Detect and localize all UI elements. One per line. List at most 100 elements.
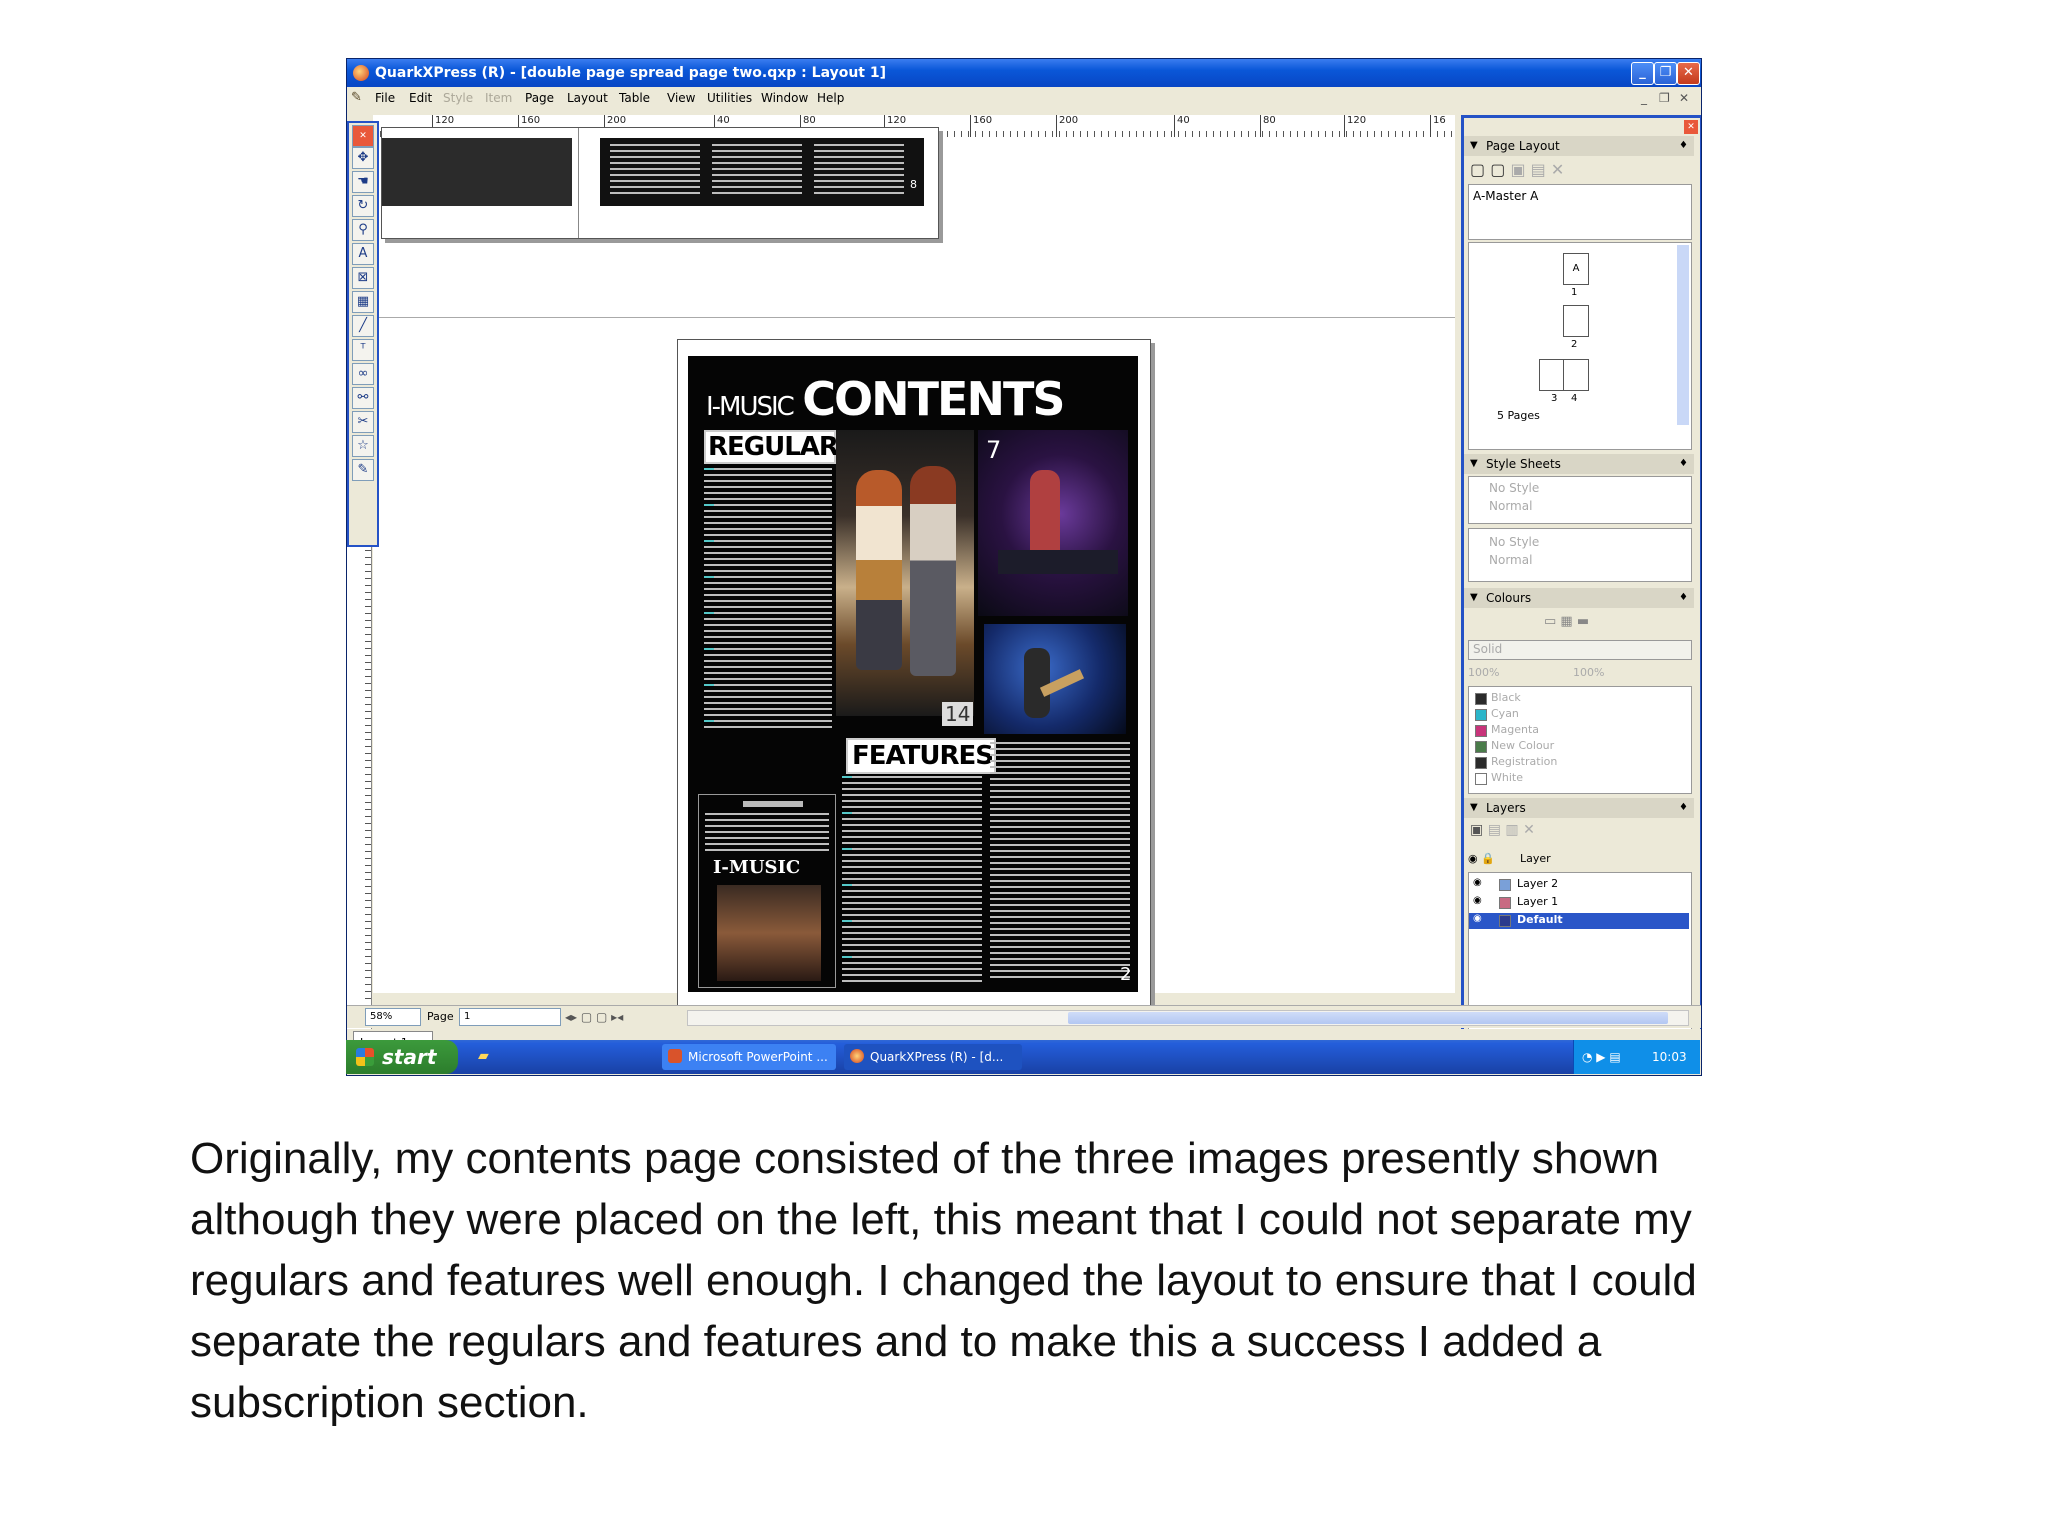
quick-launch-folder-icon[interactable]: ▰ bbox=[478, 1048, 489, 1064]
opacity-value[interactable]: 100% bbox=[1573, 666, 1604, 679]
menu-style[interactable]: Style bbox=[443, 87, 473, 109]
text-path-tool-icon[interactable]: ᵀ bbox=[352, 339, 374, 361]
line-tool-icon[interactable]: ╱ bbox=[352, 315, 374, 337]
style-item[interactable]: Normal bbox=[1489, 499, 1532, 513]
master-pages-list[interactable]: A-Master A bbox=[1468, 184, 1692, 240]
character-styles-list[interactable]: No Style Normal bbox=[1468, 528, 1692, 582]
menu-item[interactable]: Item bbox=[485, 87, 512, 109]
minimize-button[interactable]: _ bbox=[1631, 62, 1654, 85]
page-icon-2[interactable] bbox=[1563, 305, 1589, 337]
taskbar-quarkxpress[interactable]: QuarkXPress (R) - [d... bbox=[844, 1044, 1022, 1070]
unlink-tool-icon[interactable]: ⚯ bbox=[352, 387, 374, 409]
bezier-tool-icon[interactable]: ✎ bbox=[352, 459, 374, 481]
colour-item[interactable]: Cyan bbox=[1473, 707, 1673, 721]
taskbar-quarkxpress-label: QuarkXPress (R) - [d... bbox=[870, 1050, 1004, 1064]
zoom-field[interactable]: 58% bbox=[365, 1008, 421, 1026]
page-nav-icons[interactable]: ◂▸ ▢ ▢ ▸◂ bbox=[565, 1006, 623, 1028]
layer-row[interactable]: ◉ Layer 2 bbox=[1469, 877, 1689, 893]
delete-page-icon[interactable]: ✕ bbox=[1551, 160, 1564, 179]
style-item[interactable]: No Style bbox=[1489, 481, 1539, 495]
doc-minimize-icon[interactable]: _ bbox=[1641, 87, 1647, 109]
palette-close-icon[interactable]: ✕ bbox=[1684, 120, 1698, 134]
menu-file[interactable]: File bbox=[375, 87, 395, 109]
duplicate-page-icon[interactable]: ▣ bbox=[1510, 160, 1525, 179]
shade-opacity-controls[interactable]: 100% 100% bbox=[1468, 666, 1604, 679]
start-button[interactable]: start bbox=[346, 1040, 458, 1074]
style-item[interactable]: Normal bbox=[1489, 553, 1532, 567]
text-box-tool-icon[interactable]: A bbox=[352, 243, 374, 265]
colour-item[interactable]: White bbox=[1473, 771, 1673, 785]
menu-view[interactable]: View bbox=[667, 87, 695, 109]
rotation-tool-icon[interactable]: ↻ bbox=[352, 195, 374, 217]
apply-master-icon[interactable]: ▤ bbox=[1531, 160, 1546, 179]
table-tool-icon[interactable]: ▦ bbox=[352, 291, 374, 313]
picture-box-tool-icon[interactable]: ⊠ bbox=[352, 267, 374, 289]
layers-header: Layer bbox=[1520, 852, 1551, 865]
menu-layout[interactable]: Layout bbox=[567, 87, 608, 109]
blank-page-icon[interactable]: ▢ bbox=[1470, 160, 1485, 179]
colour-target-icons[interactable]: ▭ ▦ ▬ bbox=[1544, 614, 1589, 629]
style-sheets-palette-title[interactable]: Style Sheets bbox=[1464, 454, 1694, 474]
tray-icons[interactable]: ◔ ▶ ▤ bbox=[1582, 1040, 1621, 1074]
page-field[interactable]: 1 bbox=[459, 1008, 561, 1026]
document-icon[interactable]: ✎ bbox=[351, 87, 362, 109]
contents-page[interactable]: I-MUSIC CONTENTS REGULARS 7 14 FEATURES … bbox=[677, 339, 1151, 1009]
ruler-label: 120 bbox=[883, 115, 907, 137]
menu-help[interactable]: Help bbox=[817, 87, 844, 109]
colour-mode-select[interactable]: Solid bbox=[1468, 640, 1692, 660]
menu-window[interactable]: Window bbox=[761, 87, 808, 109]
colour-item[interactable]: New Colour bbox=[1473, 739, 1673, 753]
menu-utilities[interactable]: Utilities bbox=[707, 87, 752, 109]
menu-edit[interactable]: Edit bbox=[409, 87, 432, 109]
colours-list[interactable]: Black Cyan Magenta New Colour Registration Wh… bbox=[1468, 686, 1692, 794]
colour-item[interactable]: Magenta bbox=[1473, 723, 1673, 737]
layer-row[interactable]: ◉ Layer 1 bbox=[1469, 895, 1689, 911]
palette-close-icon[interactable]: ✕ bbox=[352, 125, 374, 147]
layer-row[interactable]: ◉ Default bbox=[1469, 913, 1689, 929]
page-layout-palette-title[interactable]: Page Layout bbox=[1464, 136, 1694, 156]
colours-palette-title[interactable]: Colours bbox=[1464, 588, 1694, 608]
content-tool-icon[interactable]: ☚ bbox=[352, 171, 374, 193]
close-button[interactable]: ✕ bbox=[1677, 62, 1700, 85]
scissors-tool-icon[interactable]: ✂ bbox=[352, 411, 374, 433]
ruler-label: 160 bbox=[969, 115, 993, 137]
star-tool-icon[interactable]: ☆ bbox=[352, 435, 374, 457]
subscription-section: I-MUSIC bbox=[698, 794, 836, 988]
tray-clock[interactable]: 10:03 bbox=[1652, 1040, 1687, 1074]
doc-close-icon[interactable]: ✕ bbox=[1679, 87, 1689, 109]
delete-layer-icon[interactable]: ✕ bbox=[1523, 822, 1535, 838]
maximize-button[interactable]: ❐ bbox=[1654, 62, 1677, 85]
new-layer-icon[interactable]: ▣ bbox=[1470, 822, 1483, 838]
document-canvas[interactable]: 8 I-MUSIC CONTENTS REGULARS 7 14 FEATURE… bbox=[373, 127, 1455, 1009]
scrollbar-thumb[interactable] bbox=[1068, 1012, 1668, 1024]
document-pages-list[interactable]: A 1 2 3 4 5 Pages bbox=[1468, 242, 1692, 450]
horizontal-scrollbar[interactable] bbox=[687, 1010, 1689, 1026]
taskbar-powerpoint[interactable]: Microsoft PowerPoint ... bbox=[662, 1044, 836, 1070]
master-page-item[interactable]: A-Master A bbox=[1473, 189, 1538, 203]
visibility-eye-icon[interactable]: ◉ bbox=[1473, 895, 1482, 906]
pages-scrollbar[interactable] bbox=[1677, 245, 1689, 425]
ruler-label: 120 bbox=[431, 115, 455, 137]
move-item-icon[interactable]: ▥ bbox=[1505, 822, 1518, 838]
colour-item[interactable]: Registration bbox=[1473, 755, 1673, 769]
zoom-tool-icon[interactable]: ⚲ bbox=[352, 219, 374, 241]
page-icon-1[interactable]: A bbox=[1563, 253, 1589, 285]
visibility-eye-icon[interactable]: ◉ bbox=[1473, 877, 1482, 888]
paragraph-styles-list[interactable]: No Style Normal bbox=[1468, 476, 1692, 524]
colour-item[interactable]: Black bbox=[1473, 691, 1673, 705]
spread-page-one[interactable]: 8 bbox=[381, 127, 939, 239]
doc-restore-icon[interactable]: ❐ bbox=[1659, 87, 1670, 109]
style-item[interactable]: No Style bbox=[1489, 535, 1539, 549]
menu-page[interactable]: Page bbox=[525, 87, 554, 109]
item-tool-icon[interactable]: ✥ bbox=[352, 147, 374, 169]
visibility-eye-icon[interactable]: ◉ bbox=[1473, 913, 1482, 924]
merge-layers-icon[interactable]: ▤ bbox=[1488, 822, 1501, 838]
menu-table[interactable]: Table bbox=[619, 87, 650, 109]
layers-palette-title[interactable]: Layers bbox=[1464, 798, 1694, 818]
shade-value[interactable]: 100% bbox=[1468, 666, 1499, 679]
link-tool-icon[interactable]: ∞ bbox=[352, 363, 374, 385]
page-icon-4[interactable] bbox=[1563, 359, 1589, 391]
windows-taskbar: start ▰ Microsoft PowerPoint ... QuarkXP… bbox=[346, 1040, 1700, 1074]
blank-facing-page-icon[interactable]: ▢ bbox=[1490, 160, 1505, 179]
page-icon-3[interactable] bbox=[1539, 359, 1565, 391]
